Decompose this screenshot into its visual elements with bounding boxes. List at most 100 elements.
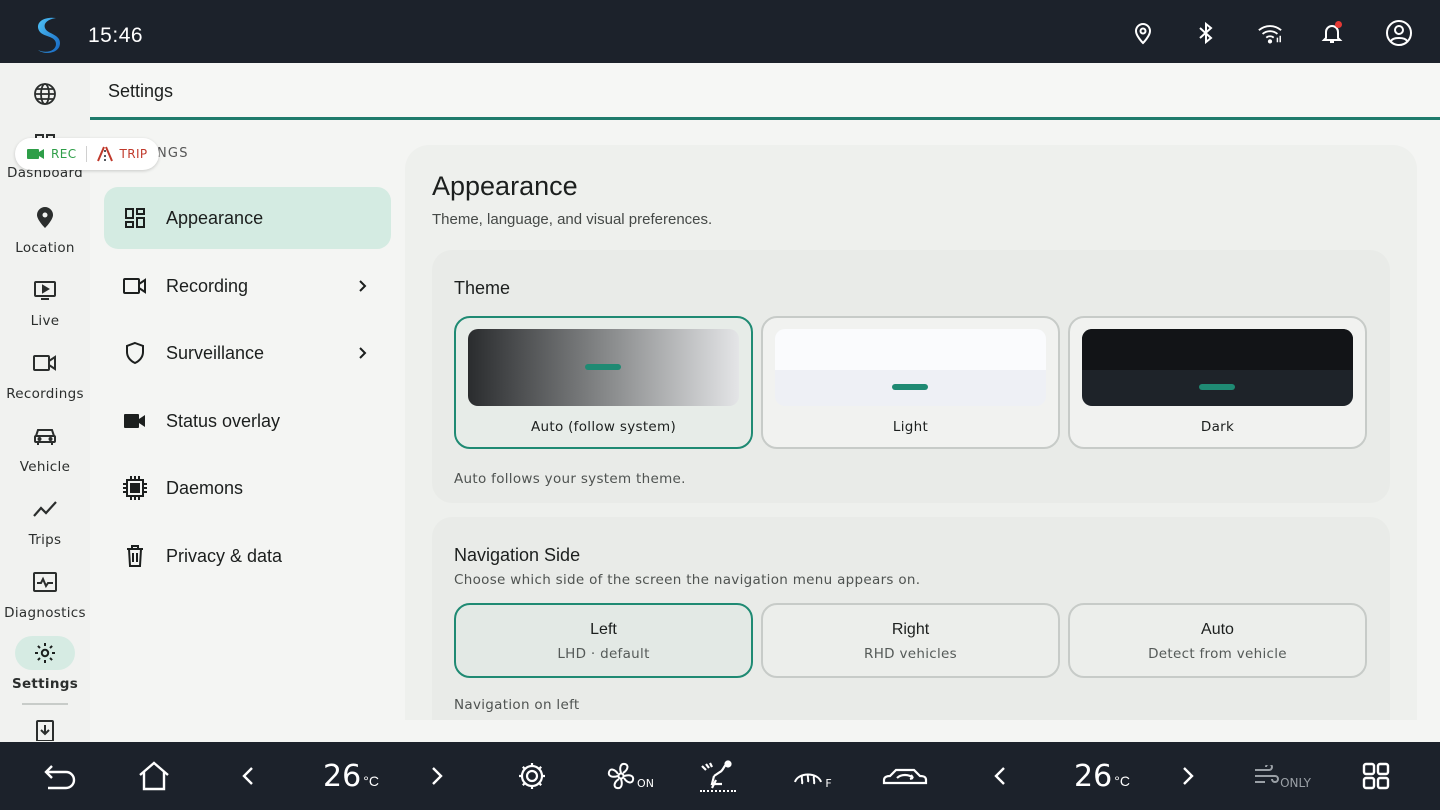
nav-option-auto[interactable]: Auto Detect from vehicle <box>1068 603 1367 678</box>
menu-label: Appearance <box>166 207 264 228</box>
clock: 15:46 <box>88 24 144 47</box>
nav-option-title: Left <box>590 621 617 638</box>
rec-trip-pill[interactable]: REC TRIP <box>15 138 159 170</box>
card-title: Theme <box>454 278 511 298</box>
bluetooth-icon[interactable] <box>1193 20 1219 46</box>
theme-note: Auto follows your system theme. <box>454 471 686 487</box>
menu-label: Status overlay <box>166 410 281 431</box>
card-title: Navigation Side <box>454 545 581 565</box>
nav-option-subtitle: LHD · default <box>557 646 650 662</box>
location-pin-icon[interactable] <box>1130 20 1156 46</box>
video-camera-icon <box>15 346 75 380</box>
navigation-side-card: Navigation Side Choose which side of the… <box>432 517 1390 720</box>
menu-item-recording[interactable]: Recording <box>104 255 391 317</box>
rail-item-trips[interactable]: Trips <box>0 490 90 560</box>
right-temp-value: 26 <box>1074 758 1113 794</box>
theme-label: Dark <box>1200 419 1235 435</box>
menu-item-daemons[interactable]: Daemons <box>104 457 391 519</box>
navigation-note: Navigation on left <box>454 697 580 713</box>
left-temp-value: 26 <box>323 758 362 794</box>
menu-label: Recording <box>166 275 249 296</box>
theme-label: Auto (follow system) <box>530 419 677 435</box>
menu-item-status-overlay[interactable]: Status overlay <box>104 390 391 452</box>
climate-settings-icon[interactable] <box>512 756 552 796</box>
header-underline <box>90 117 1440 120</box>
rail-label: Diagnostics <box>4 605 86 621</box>
video-filled-icon <box>122 408 148 434</box>
right-temperature: 26 °C <box>1069 756 1135 796</box>
theme-option-auto[interactable]: Auto (follow system) <box>454 316 753 449</box>
bell-icon[interactable] <box>1319 20 1345 46</box>
recirculation-icon[interactable] <box>880 756 930 796</box>
theme-preview <box>1082 329 1353 406</box>
rail-label: Recordings <box>6 386 84 402</box>
rail-item-vehicle[interactable]: Vehicle <box>0 417 90 487</box>
rail-label: Location <box>15 240 75 256</box>
car-icon <box>15 419 75 453</box>
menu-label: Surveillance <box>166 342 265 363</box>
nav-option-right[interactable]: Right RHD vehicles <box>761 603 1060 678</box>
rail-item-settings[interactable]: Settings <box>0 634 90 704</box>
airflow-active-indicator <box>700 790 736 792</box>
menu-item-surveillance[interactable]: Surveillance <box>104 322 391 384</box>
rec-label: REC <box>51 147 77 161</box>
menu-item-appearance[interactable]: Appearance <box>104 187 391 249</box>
page-header: Settings <box>90 63 1440 118</box>
rail-item-diagnostics[interactable]: Diagnostics <box>0 563 90 633</box>
left-temp-down-icon[interactable] <box>236 756 260 796</box>
preview-top <box>775 329 1046 370</box>
left-temp-up-icon[interactable] <box>425 756 449 796</box>
wifi-icon[interactable] <box>1257 20 1283 46</box>
rail-item-recordings[interactable]: Recordings <box>0 344 90 414</box>
preview-top <box>1082 329 1353 370</box>
theme-label: Light <box>892 419 929 435</box>
shield-icon <box>122 340 148 366</box>
airflow-mode-icon[interactable] <box>696 756 740 796</box>
nav-option-title: Right <box>891 621 930 638</box>
right-temp-down-icon[interactable] <box>988 756 1012 796</box>
front-defrost-control[interactable]: F <box>788 756 836 796</box>
defrost-tag: F <box>825 776 832 790</box>
left-temperature: 26 °C <box>318 756 384 796</box>
status-bar: 15:46 <box>0 0 1440 63</box>
theme-option-light[interactable]: Light <box>761 316 1060 449</box>
rail-label: Live <box>30 313 60 329</box>
apps-grid-icon[interactable] <box>1358 756 1394 796</box>
fan-icon <box>607 762 635 790</box>
nav-option-title: Auto <box>1201 621 1234 638</box>
chip-icon <box>122 475 148 501</box>
trend-line-icon <box>15 492 75 526</box>
panel-subtitle: Theme, language, and visual preferences. <box>432 211 713 228</box>
rail-item-download[interactable] <box>0 717 90 741</box>
fan-control[interactable]: ON <box>606 756 654 796</box>
app-logo <box>30 14 66 56</box>
menu-item-privacy[interactable]: Privacy & data <box>104 525 391 587</box>
defrost-icon <box>794 773 823 785</box>
chevron-right-icon <box>355 346 369 360</box>
card-description: Choose which side of the screen the navi… <box>454 572 921 588</box>
account-icon[interactable] <box>1385 19 1413 47</box>
rail-item-live[interactable]: Live <box>0 271 90 341</box>
back-icon[interactable] <box>40 756 80 796</box>
video-camera-icon <box>122 273 148 299</box>
menu-label: Daemons <box>166 477 244 498</box>
rec-camera-icon <box>27 149 44 159</box>
theme-option-dark[interactable]: Dark <box>1068 316 1367 449</box>
live-play-icon <box>15 273 75 307</box>
rail-divider <box>22 703 68 705</box>
grid-icon <box>122 205 148 231</box>
preview-accent-bar <box>1199 384 1235 390</box>
rail-item-location[interactable]: Location <box>0 198 90 268</box>
driver-only-control[interactable]: ONLY <box>1250 756 1314 796</box>
home-icon[interactable] <box>134 756 174 796</box>
trash-icon <box>122 543 148 569</box>
nav-option-subtitle: Detect from vehicle <box>1148 646 1287 662</box>
nav-option-left[interactable]: Left LHD · default <box>454 603 753 678</box>
globe-icon <box>15 77 75 111</box>
notification-dot <box>1335 21 1342 28</box>
rail-label: Settings <box>11 676 79 692</box>
climate-bar: 26 °C ON F 26 °C ONLY <box>0 742 1440 810</box>
right-temp-up-icon[interactable] <box>1176 756 1200 796</box>
only-tag: ONLY <box>1280 776 1311 790</box>
menu-section-caption: NGS <box>157 146 189 161</box>
